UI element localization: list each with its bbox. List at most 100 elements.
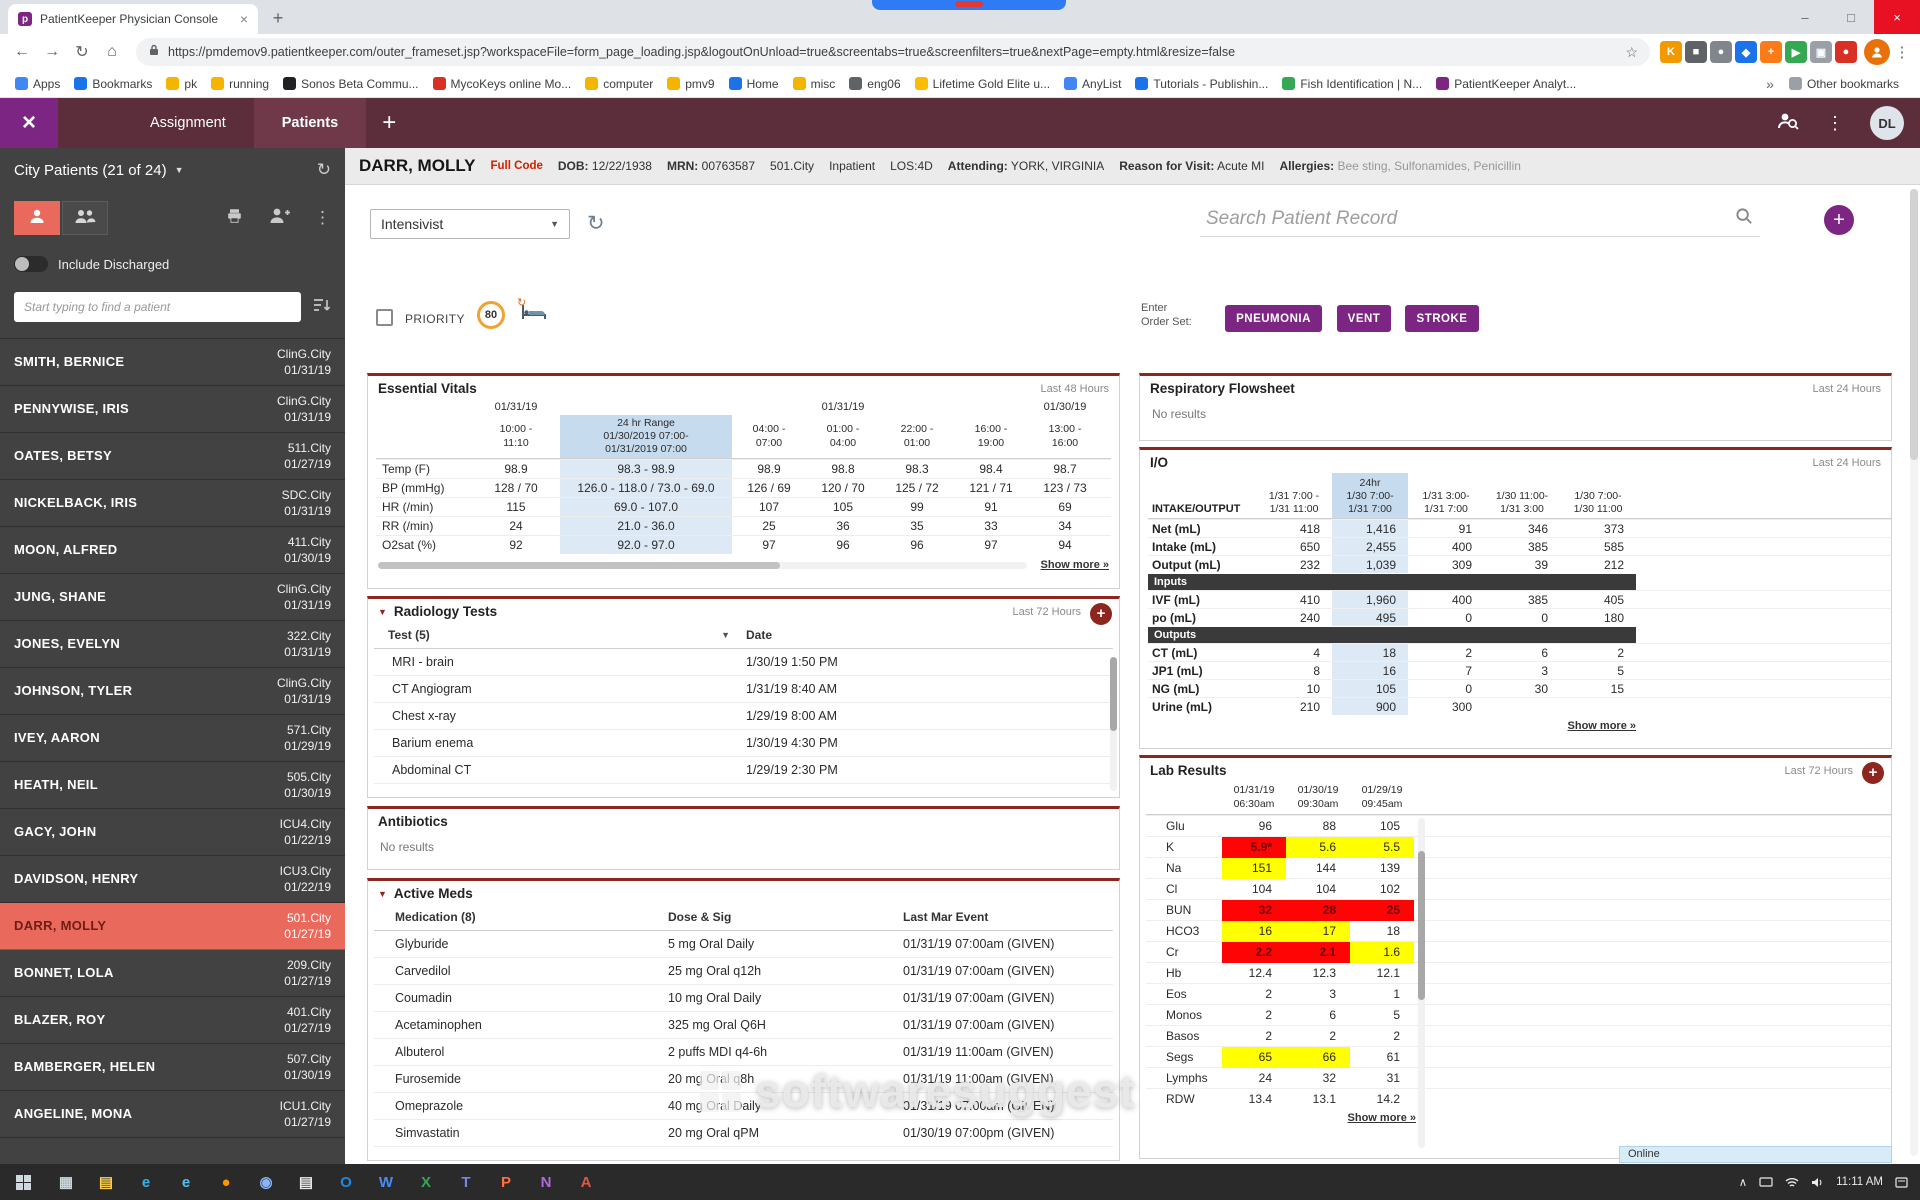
app-close-button[interactable]: × <box>0 98 58 148</box>
patient-record-search[interactable] <box>1200 201 1760 237</box>
vertical-scrollbar[interactable] <box>1418 818 1425 1148</box>
refresh-icon[interactable]: ↻ <box>317 160 331 180</box>
group-patients-toggle[interactable] <box>62 201 108 235</box>
vertical-scrollbar[interactable] <box>1110 657 1117 791</box>
patient-list-selector[interactable]: City Patients (21 of 24) <box>14 162 167 179</box>
patient-row[interactable]: JOHNSON, TYLER ClinG.City 01/31/19 <box>0 668 345 715</box>
io-row[interactable]: IVF (mL) 410 1,960 400 385 405 <box>1148 590 1891 608</box>
bookmark-item[interactable]: MycoKeys online Mo... <box>426 77 579 91</box>
add-tab-button[interactable]: + <box>382 111 396 135</box>
lab-row[interactable]: Eos 2 3 1 <box>1146 983 1891 1004</box>
caret-down-icon[interactable]: ▼ <box>721 630 746 640</box>
extension-icon[interactable]: ▣ <box>1810 41 1832 63</box>
chrome-icon[interactable]: ◉ <box>246 1164 286 1200</box>
vitals-row[interactable]: BP (mmHg) 128 / 70 126.0 - 118.0 / 73.0 … <box>376 478 1111 497</box>
patient-row[interactable]: MOON, ALFRED 411.City 01/30/19 <box>0 527 345 574</box>
window-maximize-button[interactable]: □ <box>1828 0 1874 34</box>
url-bar[interactable]: https://pmdemov9.patientkeeper.com/outer… <box>136 38 1650 66</box>
sort-icon[interactable] <box>311 297 331 318</box>
extension-icon[interactable]: ● <box>1835 41 1857 63</box>
lab-row[interactable]: Hb 12.4 12.3 12.1 <box>1146 962 1891 983</box>
word-icon[interactable]: W <box>366 1164 406 1200</box>
radiology-row[interactable]: MRI - brain 1/30/19 1:50 PM <box>374 649 1113 676</box>
list-menu-icon[interactable]: ⋮ <box>314 208 331 228</box>
reload-icon[interactable]: ↻ <box>68 38 96 66</box>
bookmark-item[interactable]: Tutorials - Publishin... <box>1128 77 1275 91</box>
access-icon[interactable]: A <box>566 1164 606 1200</box>
lab-row[interactable]: Monos 2 6 5 <box>1146 1004 1891 1025</box>
med-row[interactable]: Glyburide 5 mg Oral Daily 01/31/19 07:00… <box>374 931 1113 958</box>
tab-patients[interactable]: Patients <box>254 98 366 148</box>
add-lab-button[interactable]: + <box>1862 762 1884 784</box>
lab-row[interactable]: Basos 2 2 2 <box>1146 1025 1891 1046</box>
radiology-row[interactable]: Chest x-ray 1/29/19 8:00 AM <box>374 703 1113 730</box>
chevron-up-icon[interactable]: ∧ <box>1739 1175 1747 1189</box>
window-minimize-button[interactable]: – <box>1782 0 1828 34</box>
browser-profile-avatar[interactable] <box>1864 39 1890 65</box>
lab-row[interactable]: RDW 13.4 13.1 14.2 <box>1146 1088 1891 1109</box>
extension-icon[interactable]: ▶ <box>1785 41 1807 63</box>
monitor-icon[interactable] <box>1759 1177 1773 1188</box>
bookmark-item[interactable]: Lifetime Gold Elite u... <box>908 77 1057 91</box>
patient-row[interactable]: DAVIDSON, HENRY ICU3.City 01/22/19 <box>0 856 345 903</box>
lab-row[interactable]: Cr 2.2 2.1 1.6 <box>1146 941 1891 962</box>
lab-row[interactable]: Cl 104 104 102 <box>1146 878 1891 899</box>
bookmark-item[interactable]: eng06 <box>842 77 907 91</box>
home-icon[interactable]: ⌂ <box>98 38 126 66</box>
bookmark-item[interactable]: pk <box>159 77 204 91</box>
horizontal-scrollbar[interactable] <box>378 562 1027 569</box>
new-tab-button[interactable]: + <box>264 4 292 32</box>
window-close-button[interactable]: × <box>1874 0 1920 34</box>
bookmark-item[interactable]: Sonos Beta Commu... <box>276 77 425 91</box>
med-row[interactable]: Albuterol 2 puffs MDI q4-6h 01/31/19 11:… <box>374 1039 1113 1066</box>
add-person-icon[interactable] <box>268 206 290 231</box>
vitals-row[interactable]: O2sat (%) 92 92.0 - 97.0 97 96 96 97 94 <box>376 535 1111 554</box>
back-icon[interactable]: ← <box>8 38 36 66</box>
vitals-row[interactable]: Temp (F) 98.9 98.3 - 98.9 98.9 98.8 98.3… <box>376 459 1111 478</box>
io-row[interactable]: Output (mL) 232 1,039 309 39 212 <box>1148 555 1891 573</box>
powerpoint-icon[interactable]: P <box>486 1164 526 1200</box>
add-radiology-button[interactable]: + <box>1090 603 1112 625</box>
patient-record-search-input[interactable] <box>1206 208 1727 230</box>
vitals-row[interactable]: HR (/min) 115 69.0 - 107.0 107 105 99 91… <box>376 497 1111 516</box>
extension-icon[interactable]: ◆ <box>1735 41 1757 63</box>
io-row[interactable]: NG (mL) 10 105 0 30 15 <box>1148 679 1891 697</box>
search-icon[interactable] <box>1735 207 1754 231</box>
lab-row[interactable]: BUN 32 28 25 <box>1146 899 1891 920</box>
caret-down-icon[interactable]: ▼ <box>175 165 184 175</box>
collapse-caret-icon[interactable]: ▼ <box>378 607 387 617</box>
include-discharged-toggle[interactable] <box>14 256 48 272</box>
patient-row[interactable]: HEATH, NEIL 505.City 01/30/19 <box>0 762 345 809</box>
io-row[interactable]: po (mL) 240 495 0 0 180 <box>1148 608 1891 626</box>
io-row[interactable]: Urine (mL) 210 900 300 <box>1148 697 1891 715</box>
patient-row[interactable]: IVEY, AARON 571.City 01/29/19 <box>0 715 345 762</box>
browser-tab[interactable]: p PatientKeeper Physician Console × <box>8 4 258 34</box>
order-set-vent-button[interactable]: VENT <box>1337 305 1391 332</box>
radiology-row[interactable]: CT Angiogram 1/31/19 8:40 AM <box>374 676 1113 703</box>
lab-row[interactable]: K 5.9* 5.6 5.5 <box>1146 836 1891 857</box>
firefox-icon[interactable]: ● <box>206 1164 246 1200</box>
order-set-stroke-button[interactable]: STROKE <box>1405 305 1479 332</box>
med-row[interactable]: Simvastatin 20 mg Oral qPM 01/30/19 07:0… <box>374 1120 1113 1147</box>
io-row[interactable]: CT (mL) 4 18 2 6 2 <box>1148 643 1891 661</box>
patient-row[interactable]: GACY, JOHN ICU4.City 01/22/19 <box>0 809 345 856</box>
bookmark-item[interactable]: Fish Identification | N... <box>1275 77 1429 91</box>
io-row[interactable]: Intake (mL) 650 2,455 400 385 585 <box>1148 537 1891 555</box>
print-icon[interactable] <box>225 207 244 230</box>
browser-menu-icon[interactable]: ⋮ <box>1892 43 1912 61</box>
edge-icon[interactable]: e <box>126 1164 166 1200</box>
med-row[interactable]: Carvedilol 25 mg Oral q12h 01/31/19 07:0… <box>374 958 1113 985</box>
bookmark-item[interactable]: pmv9 <box>660 77 721 91</box>
med-row[interactable]: Furosemide 20 mg Oral q8h 01/31/19 11:00… <box>374 1066 1113 1093</box>
patient-row[interactable]: SMITH, BERNICE ClinG.City 01/31/19 <box>0 339 345 386</box>
order-set-pneumonia-button[interactable]: PNEUMONIA <box>1225 305 1322 332</box>
patient-row[interactable]: JUNG, SHANE ClinG.City 01/31/19 <box>0 574 345 621</box>
refresh-icon[interactable]: ↻ <box>587 211 605 236</box>
bookmarks-overflow-icon[interactable]: » <box>1766 76 1774 92</box>
collapse-caret-icon[interactable]: ▼ <box>378 889 387 899</box>
outlook-icon[interactable]: O <box>326 1164 366 1200</box>
io-show-more-link[interactable]: Show more » <box>1568 720 1636 732</box>
patient-row[interactable]: BAMBERGER, HELEN 507.City 01/30/19 <box>0 1044 345 1091</box>
bookmark-item[interactable]: computer <box>578 77 660 91</box>
patient-filter-input[interactable] <box>14 292 301 322</box>
